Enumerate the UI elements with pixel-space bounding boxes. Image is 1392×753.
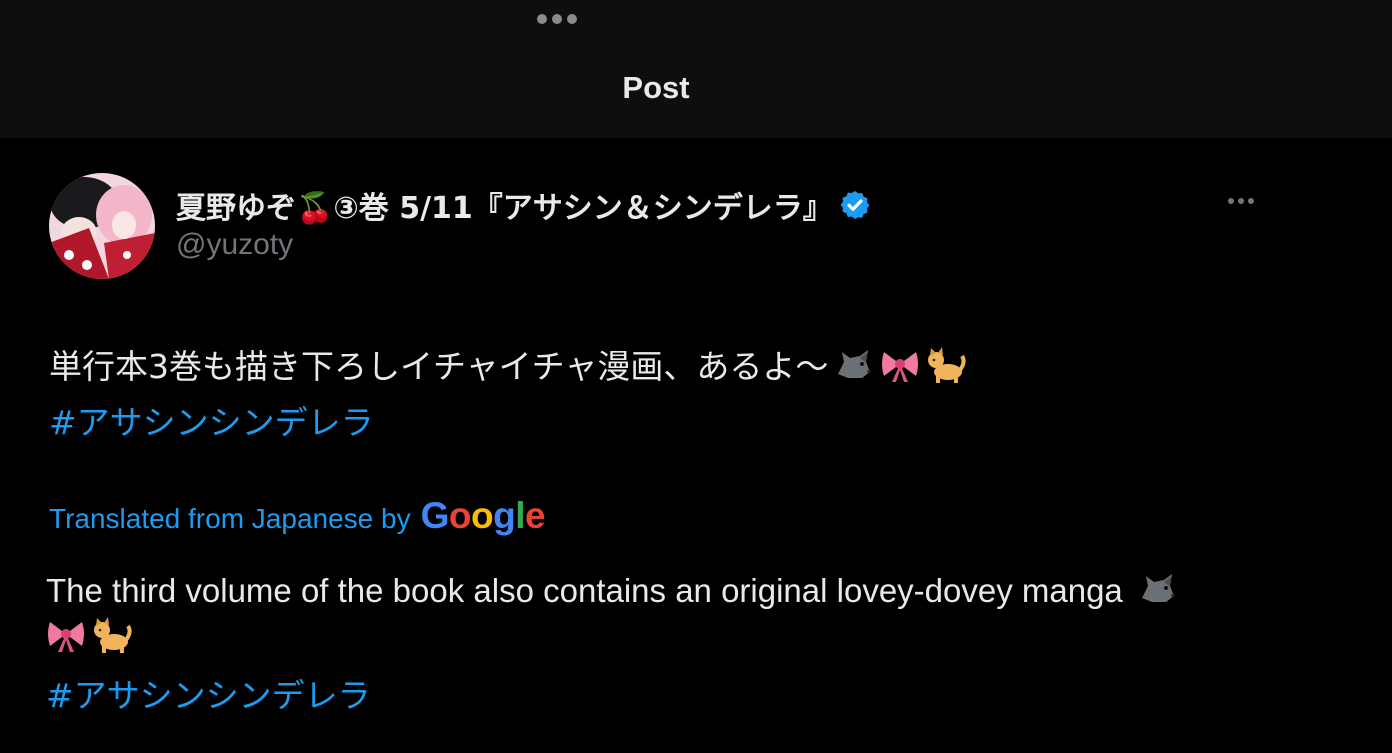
wolf-icon [838,350,873,378]
author-name[interactable]: 夏野ゆぞ🍒③巻 5/11『アサシン＆シンデレラ』 [176,183,833,227]
drag-handle-icon[interactable] [537,14,577,24]
post-hashtag[interactable]: #アサシンシンデレラ [49,396,374,444]
author-name-row[interactable]: 夏野ゆぞ🍒③巻 5/11『アサシン＆シンデレラ』 [176,183,871,227]
wolf-icon [1141,574,1176,602]
post-text: 単行本3巻も描き下ろしイチャイチャ漫画、あるよ〜 [49,340,966,388]
translation-attribution[interactable]: Translated from Japanese by Google [49,495,546,537]
author-handle[interactable]: @yuzoty [176,228,293,262]
ribbon-icon [48,622,84,652]
translation-label: Translated from Japanese by [49,503,411,534]
translated-wolf-emoji [1138,568,1178,608]
cat-icon [928,347,966,383]
verified-badge-icon [840,191,870,219]
translated-hashtag[interactable]: #アサシンシンデレラ [46,669,371,717]
avatar[interactable] [49,173,155,279]
translated-body: The third volume of the book also contai… [46,572,1123,609]
translated-text: The third volume of the book also contai… [46,568,1246,654]
avatar-image [49,173,155,279]
cat-icon [94,617,132,653]
ribbon-icon [882,352,919,382]
google-logo: Google [420,495,546,536]
post-emojis [834,344,966,384]
translated-emojis-line [46,614,1246,654]
top-bar: Post [0,0,1392,138]
post-body: 単行本3巻も描き下ろしイチャイチャ漫画、あるよ〜 [49,347,829,386]
more-options-icon[interactable] [1228,198,1254,204]
page-title: Post [622,70,690,105]
